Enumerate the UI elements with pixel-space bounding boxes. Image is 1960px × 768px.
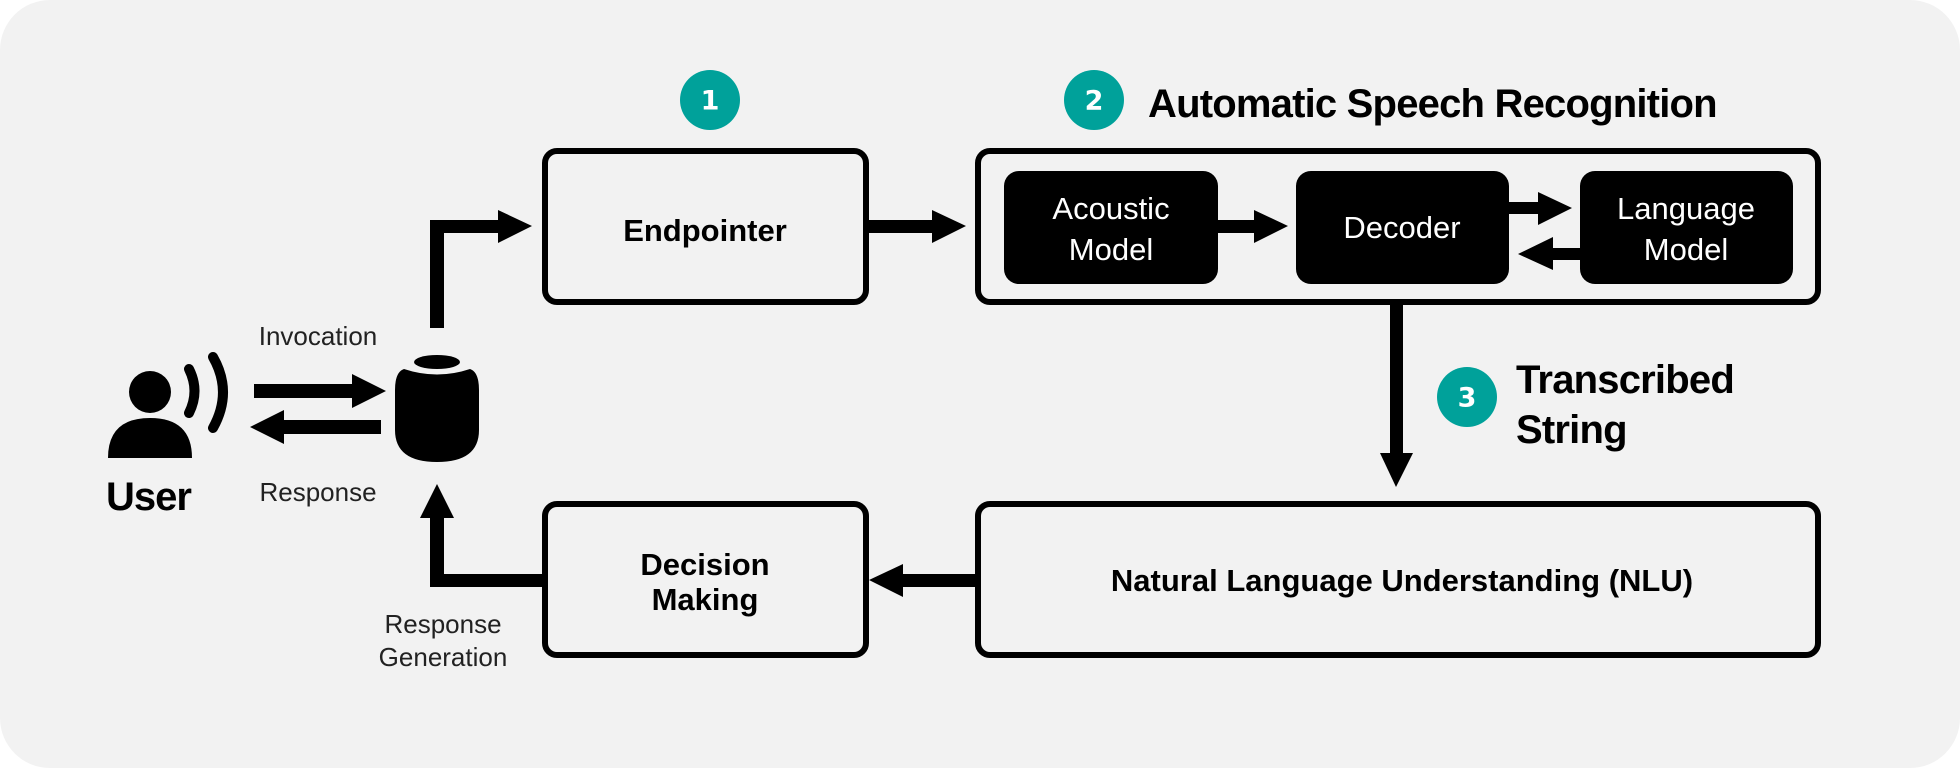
decoder-box: Decoder <box>1296 171 1509 284</box>
step-1-badge: 1 <box>680 70 740 130</box>
response-generation-label-line1: Response <box>384 609 501 639</box>
svg-text:Making: Making <box>652 582 759 617</box>
transcribed-string-label-line2: String <box>1516 408 1627 452</box>
invocation-label: Invocation <box>259 321 378 351</box>
asr-heading: Automatic Speech Recognition <box>1148 82 1717 126</box>
svg-text:Acoustic: Acoustic <box>1052 191 1169 226</box>
svg-text:3: 3 <box>1458 383 1477 414</box>
user-label: User <box>106 475 191 519</box>
svg-text:Decision: Decision <box>640 547 769 582</box>
acoustic-model-box: Acoustic Model <box>1004 171 1218 284</box>
response-label: Response <box>259 477 376 507</box>
svg-text:2: 2 <box>1085 86 1104 117</box>
response-generation-label-line2: Generation <box>379 642 508 672</box>
svg-text:Decoder: Decoder <box>1343 210 1460 245</box>
nlu-label: Natural Language Understanding (NLU) <box>1111 563 1693 598</box>
svg-text:Model: Model <box>1069 232 1153 267</box>
step-2-badge: 2 <box>1064 70 1124 130</box>
pipeline-diagram: User Invocation Response 1 Endpointer 2 <box>0 0 1960 768</box>
language-model-box: Language Model <box>1580 171 1793 284</box>
step-3-badge: 3 <box>1437 367 1497 427</box>
endpointer-label: Endpointer <box>623 213 787 248</box>
svg-text:1: 1 <box>701 86 720 117</box>
svg-text:Model: Model <box>1644 232 1728 267</box>
svg-text:Language: Language <box>1617 191 1755 226</box>
transcribed-string-label-line1: Transcribed <box>1516 358 1734 402</box>
